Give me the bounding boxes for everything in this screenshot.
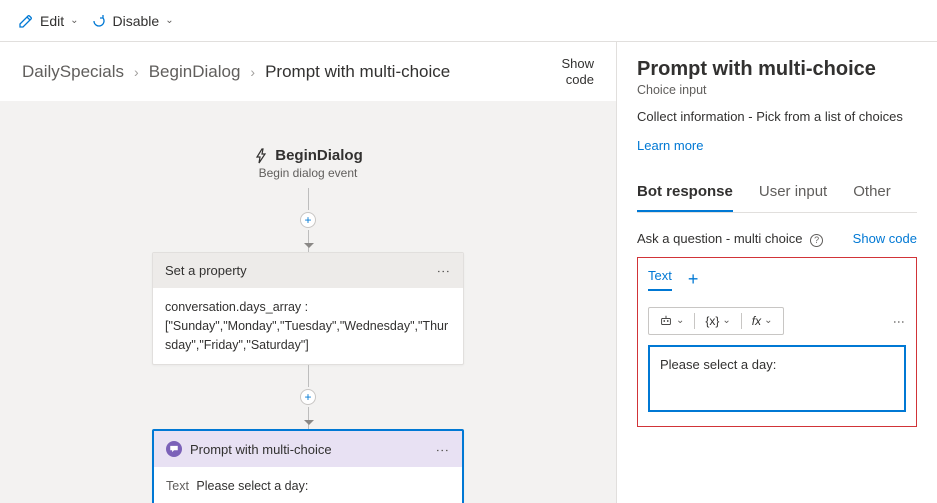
- trigger-title: BeginDialog: [275, 147, 363, 164]
- edge: [308, 188, 309, 210]
- prompt-multichoice-node[interactable]: Prompt with multi-choice ⋮ Text Please s…: [152, 429, 464, 503]
- node-title: Set a property: [165, 263, 247, 278]
- props-type: Choice input: [637, 83, 917, 97]
- props-title: Prompt with multi-choice: [637, 58, 917, 81]
- node-text-value: Please select a day:: [196, 479, 308, 493]
- more-icon[interactable]: ⋮: [435, 444, 450, 455]
- tab-user-input[interactable]: User input: [759, 183, 827, 212]
- disable-label: Disable: [113, 13, 160, 29]
- prompt-icon: [166, 441, 182, 457]
- show-code-button[interactable]: Show code: [561, 56, 594, 87]
- variable-label: {x}: [705, 314, 719, 328]
- function-button[interactable]: fx ⌄: [746, 312, 779, 330]
- chevron-down-icon: ⌄: [722, 315, 730, 326]
- edge: [308, 365, 309, 387]
- bot-icon-button[interactable]: ⌄: [653, 312, 690, 330]
- edge: [308, 407, 309, 429]
- chevron-down-icon: ⌄: [165, 15, 173, 26]
- section-label: Ask a question - multi choice: [637, 231, 802, 246]
- chevron-down-icon: ⌄: [764, 315, 772, 326]
- edit-label: Edit: [40, 13, 64, 29]
- breadcrumb-mid[interactable]: BeginDialog: [149, 62, 241, 82]
- show-code-link[interactable]: Show code: [853, 231, 917, 246]
- trigger-node[interactable]: BeginDialog Begin dialog event: [253, 147, 363, 180]
- edge: [308, 230, 309, 252]
- add-response-button[interactable]: +: [688, 269, 699, 290]
- tab-bot-response[interactable]: Bot response: [637, 183, 733, 212]
- set-property-node[interactable]: Set a property ⋮ conversation.days_array…: [152, 252, 464, 365]
- edit-icon: [18, 13, 34, 29]
- node-body: conversation.days_array : ["Sunday","Mon…: [153, 288, 463, 364]
- add-action-button[interactable]: +: [300, 212, 316, 228]
- refresh-icon: [91, 13, 107, 29]
- props-desc: Collect information - Pick from a list o…: [637, 109, 917, 124]
- chevron-right-icon: ›: [134, 64, 139, 80]
- help-icon[interactable]: ?: [810, 234, 823, 247]
- breadcrumb-root[interactable]: DailySpecials: [22, 62, 124, 82]
- function-label: fx: [752, 314, 761, 328]
- breadcrumb-leaf: Prompt with multi-choice: [265, 62, 450, 82]
- bot-icon: [659, 314, 673, 328]
- add-action-button[interactable]: +: [300, 389, 316, 405]
- trigger-subtitle: Begin dialog event: [259, 166, 358, 180]
- learn-more-link[interactable]: Learn more: [637, 138, 703, 153]
- variable-button[interactable]: {x} ⌄: [699, 312, 736, 330]
- edit-button[interactable]: Edit ⌄: [18, 13, 79, 29]
- response-text-input[interactable]: Please select a day:: [648, 345, 906, 412]
- tab-other[interactable]: Other: [853, 183, 891, 212]
- more-icon[interactable]: ⋮: [436, 265, 451, 276]
- disable-button[interactable]: Disable ⌄: [91, 13, 174, 29]
- breadcrumb: DailySpecials › BeginDialog › Prompt wit…: [22, 62, 450, 82]
- more-icon[interactable]: ⋮: [892, 316, 906, 326]
- highlight-frame: Text + ⌄ {x} ⌄ fx: [637, 257, 917, 427]
- sub-tab-text[interactable]: Text: [648, 268, 672, 291]
- node-text-label: Text: [166, 479, 189, 493]
- lightning-icon: [253, 148, 269, 164]
- chevron-right-icon: ›: [250, 64, 255, 80]
- node-title: Prompt with multi-choice: [190, 442, 332, 457]
- chevron-down-icon: ⌄: [676, 315, 684, 326]
- chevron-down-icon: ⌄: [70, 15, 78, 26]
